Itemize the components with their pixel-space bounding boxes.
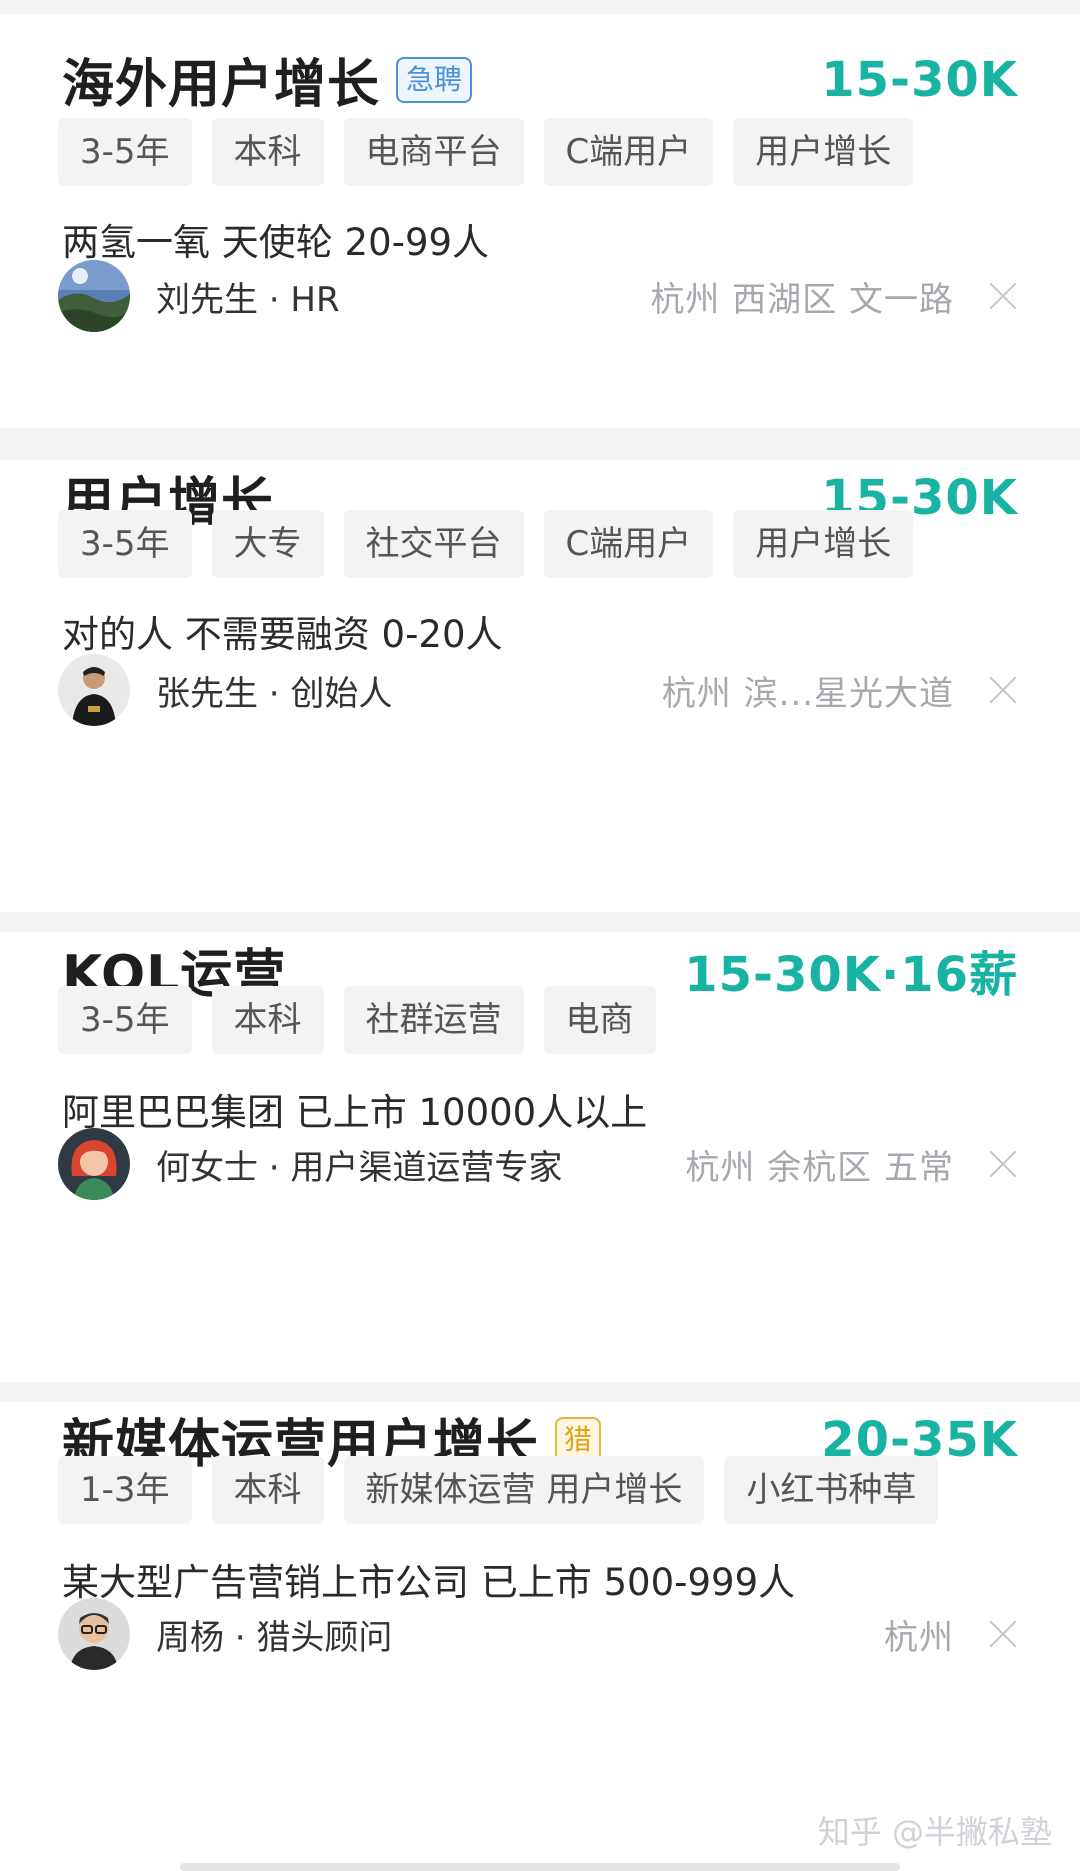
close-icon[interactable] bbox=[988, 281, 1018, 311]
urgent-badge: 急聘 bbox=[396, 56, 473, 103]
salary: 15-30K bbox=[821, 51, 1018, 108]
scroll-indicator bbox=[180, 1863, 900, 1871]
tag-list: 3-5年 大专 社交平台 C端用户 用户增长 bbox=[58, 510, 914, 578]
recruiter-row: 周杨 · 猎头顾问 杭州 bbox=[58, 1598, 1018, 1670]
location: 杭州 bbox=[884, 1617, 954, 1658]
recruiter-row: 刘先生 · HR 杭州 西湖区 文一路 bbox=[58, 260, 1018, 332]
tag: C端用户 bbox=[543, 118, 714, 186]
watermark: 知乎 @半撇私塾 bbox=[817, 1813, 1052, 1851]
close-icon[interactable] bbox=[988, 1619, 1018, 1649]
close-icon[interactable] bbox=[988, 1149, 1018, 1179]
location: 杭州 滨...星光大道 bbox=[661, 673, 954, 714]
job-header: 海外用户增长 急聘 15-30K bbox=[62, 42, 1018, 117]
recruiter-name: 张先生 · 创始人 bbox=[156, 673, 393, 714]
tag: 用户增长 bbox=[733, 510, 914, 578]
job-card[interactable]: 用户增长 15-30K 3-5年 大专 社交平台 C端用户 用户增长 对的人 不… bbox=[0, 460, 1080, 912]
location: 杭州 余杭区 五常 bbox=[685, 1147, 954, 1188]
job-title[interactable]: 海外用户增长 bbox=[62, 42, 380, 117]
recruiter-row: 张先生 · 创始人 杭州 滨...星光大道 bbox=[58, 654, 1018, 726]
recruiter-name: 刘先生 · HR bbox=[156, 279, 340, 320]
man-black-shirt-avatar[interactable] bbox=[58, 654, 130, 726]
close-icon[interactable] bbox=[988, 675, 1018, 705]
job-card[interactable]: KOL运营 15-30K·16薪 3-5年 本科 社群运营 电商 阿里巴巴集团 … bbox=[0, 932, 1080, 1382]
tag: 社交平台 bbox=[343, 510, 524, 578]
tag-list: 3-5年 本科 社群运营 电商 bbox=[58, 986, 656, 1054]
tag: 电商 bbox=[543, 986, 656, 1054]
salary: 15-30K·16薪 bbox=[684, 946, 1018, 1003]
tag-list: 3-5年 本科 电商平台 C端用户 用户增长 bbox=[58, 118, 914, 186]
tag: 3-5年 bbox=[58, 118, 192, 186]
company-info: 两氢一氧 天使轮 20-99人 bbox=[62, 221, 490, 264]
job-card[interactable]: 海外用户增长 急聘 15-30K 3-5年 本科 电商平台 C端用户 用户增长 … bbox=[0, 14, 1080, 428]
tag: 大专 bbox=[211, 510, 324, 578]
tag: 本科 bbox=[211, 118, 324, 186]
recruiter-name: 周杨 · 猎头顾问 bbox=[156, 1617, 393, 1658]
recruiter-name: 何女士 · 用户渠道运营专家 bbox=[156, 1147, 563, 1188]
tag: 用户增长 bbox=[733, 118, 914, 186]
tag: 电商平台 bbox=[343, 118, 524, 186]
job-card[interactable]: 新媒体运营用户增长 猎 20-35K 1-3年 本科 新媒体运营 用户增长 小红… bbox=[0, 1402, 1080, 1871]
tag: 小红书种草 bbox=[724, 1456, 939, 1524]
tag: 新媒体运营 用户增长 bbox=[343, 1456, 705, 1524]
tag: 社群运营 bbox=[343, 986, 524, 1054]
title-wrap: 海外用户增长 急聘 bbox=[62, 42, 473, 117]
tag: 本科 bbox=[211, 1456, 324, 1524]
tag-list: 1-3年 本科 新媒体运营 用户增长 小红书种草 bbox=[58, 1456, 939, 1524]
company-info: 对的人 不需要融资 0-20人 bbox=[62, 613, 503, 656]
tag: 3-5年 bbox=[58, 510, 192, 578]
location: 杭州 西湖区 文一路 bbox=[650, 279, 954, 320]
tag: C端用户 bbox=[543, 510, 714, 578]
job-list: 海外用户增长 急聘 15-30K 3-5年 本科 电商平台 C端用户 用户增长 … bbox=[0, 0, 1080, 1871]
man-glasses-avatar[interactable] bbox=[58, 1598, 130, 1670]
recruiter-row: 何女士 · 用户渠道运营专家 杭州 余杭区 五常 bbox=[58, 1128, 1018, 1200]
tag: 1-3年 bbox=[58, 1456, 192, 1524]
red-hair-woman-avatar[interactable] bbox=[58, 1128, 130, 1200]
tag: 3-5年 bbox=[58, 986, 192, 1054]
tag: 本科 bbox=[211, 986, 324, 1054]
landscape-avatar[interactable] bbox=[58, 260, 130, 332]
